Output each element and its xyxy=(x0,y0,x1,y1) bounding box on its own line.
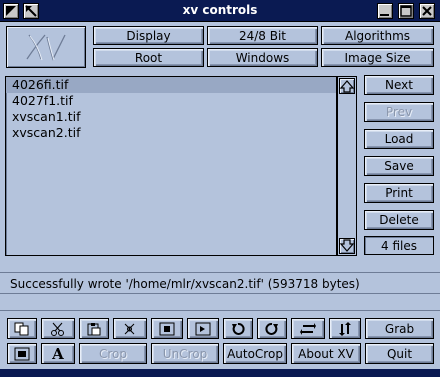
prev-label: Prev xyxy=(385,105,413,119)
minimize-button[interactable] xyxy=(377,3,393,19)
delete-button[interactable]: Delete xyxy=(364,210,434,230)
annotate-button[interactable] xyxy=(187,318,219,339)
delete-label: Delete xyxy=(379,213,419,227)
uncrop-button[interactable]: UnCrop xyxy=(151,343,219,364)
root-button[interactable]: Root xyxy=(93,48,204,67)
uncrop-label: UnCrop xyxy=(162,346,208,361)
rotate-right-button[interactable] xyxy=(257,318,287,339)
windows-label: Windows xyxy=(235,50,290,65)
load-label: Load xyxy=(384,132,414,146)
xv-logo-icon xyxy=(26,34,66,61)
annotate-icon xyxy=(195,322,211,335)
title-bar: xv controls xyxy=(0,0,440,22)
save-button[interactable]: Save xyxy=(364,156,434,176)
bit-depth-button[interactable]: 24/8 Bit xyxy=(207,26,318,45)
next-button[interactable]: Next xyxy=(364,75,434,95)
window-title: xv controls xyxy=(182,3,258,17)
next-label: Next xyxy=(385,78,413,92)
copy-button[interactable] xyxy=(7,318,37,339)
quit-label: Quit xyxy=(386,346,413,361)
info-button[interactable] xyxy=(7,343,37,364)
flip-vertical-button[interactable] xyxy=(329,318,361,339)
rotate-cw-icon xyxy=(265,322,278,335)
print-label: Print xyxy=(385,186,413,200)
bit-depth-label: 24/8 Bit xyxy=(238,28,287,43)
scroll-down-button[interactable] xyxy=(339,238,355,254)
display-button[interactable]: Display xyxy=(93,26,204,45)
grab-label: Grab xyxy=(384,321,415,336)
status-divider-top xyxy=(0,272,440,273)
xv-logo[interactable] xyxy=(6,26,86,68)
display-label: Display xyxy=(126,28,171,43)
toolbar-divider xyxy=(0,310,440,311)
about-label: About XV xyxy=(298,346,354,361)
prev-button[interactable]: Prev xyxy=(364,102,434,122)
scroll-up-button[interactable] xyxy=(339,78,355,94)
list-item[interactable]: 4026fi.tif xyxy=(6,77,336,93)
status-divider-bottom xyxy=(0,293,440,294)
flip-vertical-icon xyxy=(339,321,351,336)
grab-button[interactable]: Grab xyxy=(365,318,434,339)
quit-button[interactable]: Quit xyxy=(365,343,434,364)
close-icon xyxy=(422,6,432,16)
clear-button[interactable] xyxy=(113,318,147,339)
image-size-button[interactable]: Image Size xyxy=(321,48,434,67)
pad-button[interactable] xyxy=(151,318,183,339)
close-button[interactable] xyxy=(419,3,435,19)
autocrop-button[interactable]: AutoCrop xyxy=(223,343,287,364)
text-icon: A xyxy=(52,344,64,363)
list-item[interactable]: xvscan2.tif xyxy=(6,125,336,141)
status-message: Successfully wrote '/home/mlr/xvscan2.ti… xyxy=(10,277,360,291)
window-bottom-border xyxy=(0,369,440,377)
print-button[interactable]: Print xyxy=(364,183,434,203)
scissors-icon xyxy=(51,322,64,336)
file-count: 4 files xyxy=(364,236,434,255)
file-list-scrollbar[interactable] xyxy=(337,76,357,256)
pad-icon xyxy=(159,322,175,335)
list-item[interactable]: 4027f1.tif xyxy=(6,93,336,109)
flip-horizontal-button[interactable] xyxy=(291,318,325,339)
clear-icon xyxy=(124,323,135,334)
arrow-up-icon xyxy=(339,80,355,93)
text-tool-button[interactable]: A xyxy=(41,343,75,364)
copy-icon xyxy=(14,322,29,335)
algorithms-label: Algorithms xyxy=(344,28,411,43)
algorithms-button[interactable]: Algorithms xyxy=(321,26,434,45)
about-button[interactable]: About XV xyxy=(291,343,361,364)
rotate-left-button[interactable] xyxy=(223,318,253,339)
rotate-ccw-icon xyxy=(232,322,245,335)
flip-horizontal-icon xyxy=(300,322,316,335)
autocrop-label: AutoCrop xyxy=(227,346,283,361)
load-button[interactable]: Load xyxy=(364,129,434,149)
paste-icon xyxy=(87,322,101,335)
crop-label: Crop xyxy=(98,346,127,361)
paste-button[interactable] xyxy=(79,318,109,339)
arrow-down-icon xyxy=(339,239,355,252)
file-list[interactable]: 4026fi.tif 4027f1.tif xvscan1.tif xvscan… xyxy=(5,76,337,256)
windows-button[interactable]: Windows xyxy=(207,48,318,67)
list-item[interactable]: xvscan1.tif xyxy=(6,109,336,125)
info-icon xyxy=(14,347,30,360)
crop-button[interactable]: Crop xyxy=(79,343,147,364)
image-size-label: Image Size xyxy=(344,50,411,65)
maximize-button[interactable] xyxy=(398,3,414,19)
maximize-icon xyxy=(400,5,412,17)
minimize-icon xyxy=(380,14,389,16)
save-label: Save xyxy=(384,159,414,173)
cut-button[interactable] xyxy=(41,318,75,339)
root-label: Root xyxy=(134,50,163,65)
